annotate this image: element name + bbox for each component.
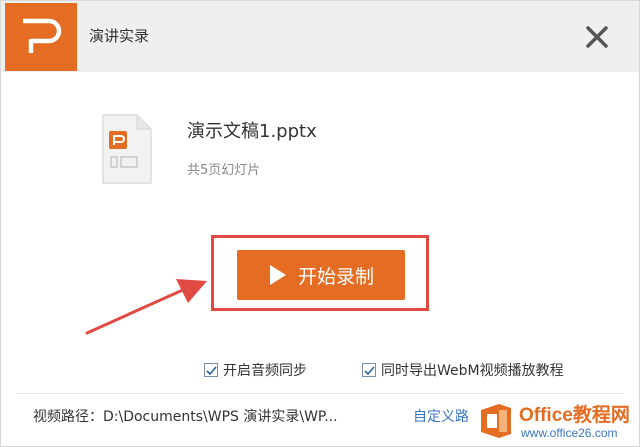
- export-webm-checkbox[interactable]: [362, 363, 376, 377]
- export-webm-label: 同时导出WebM视频播放教程: [381, 363, 564, 379]
- close-button[interactable]: [581, 21, 613, 53]
- file-name: 演示文稿1.pptx: [187, 121, 317, 142]
- recording-dialog: 演讲实录 演示文稿1.pptx 共5页幻灯片 开始录制 开启音频同步 同时导出W…: [0, 0, 640, 447]
- red-arrow-annotation: [85, 279, 207, 335]
- checkmark-icon: [364, 366, 375, 376]
- divider: [17, 393, 623, 394]
- slide-count: 共5页幻灯片: [187, 163, 261, 178]
- video-path: 视频路径：D:\Documents\WPS 演讲实录\WP...: [33, 409, 338, 425]
- start-recording-label: 开始录制: [297, 265, 374, 288]
- export-webm-option[interactable]: 同时导出WebM视频播放教程: [362, 360, 564, 380]
- pptx-file-icon: [102, 114, 152, 184]
- office-logo-icon: [481, 404, 511, 438]
- audio-sync-checkbox[interactable]: [204, 363, 218, 377]
- audio-sync-label: 开启音频同步: [223, 363, 307, 379]
- close-icon: [586, 26, 608, 48]
- watermark-title: Office教程网: [519, 405, 630, 426]
- title-bar: 演讲实录: [1, 1, 639, 72]
- play-icon: [269, 265, 286, 285]
- window-title: 演讲实录: [89, 27, 150, 45]
- checkmark-icon: [206, 366, 217, 376]
- wps-presentation-logo-icon: [5, 3, 77, 71]
- custom-path-link[interactable]: 自定义路: [413, 406, 469, 426]
- start-recording-button[interactable]: 开始录制: [237, 250, 405, 300]
- watermark: Office教程网 www.office26.com: [471, 396, 639, 446]
- audio-sync-option[interactable]: 开启音频同步: [204, 360, 307, 380]
- watermark-url: www.office26.com: [521, 426, 618, 440]
